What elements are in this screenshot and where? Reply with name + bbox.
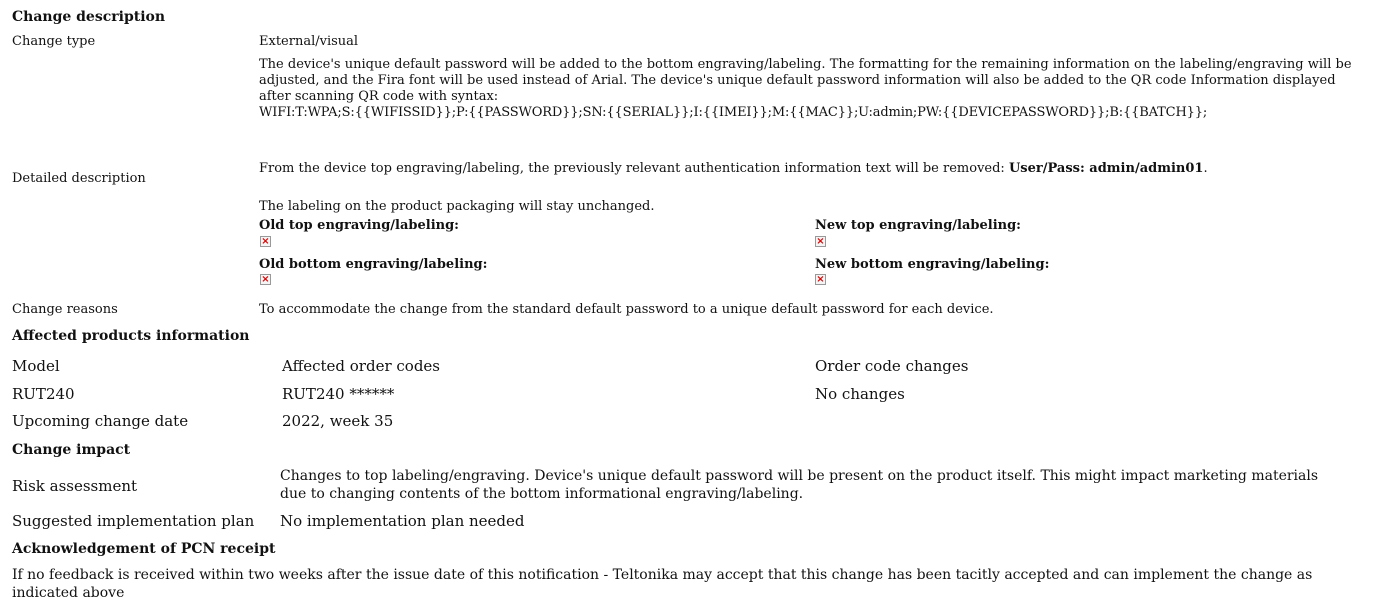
new-top-label: New top engraving/labeling: xyxy=(815,218,1021,233)
new-bottom-image-broken-icon: × xyxy=(815,274,826,285)
old-credentials-text: User/Pass: admin/admin01 xyxy=(1008,161,1204,176)
change-reasons-value: To accommodate the change from the stand… xyxy=(259,302,994,317)
old-bottom-image-broken-icon: × xyxy=(260,274,271,285)
para2-text: From the device top engraving/labeling, … xyxy=(259,161,1009,176)
section-title-affected-products: Affected products information xyxy=(12,328,250,344)
detailed-description-para2: From the device top engraving/labeling, … xyxy=(259,161,1208,177)
new-top-image-broken-icon: × xyxy=(815,236,826,247)
section-title-change-impact: Change impact xyxy=(12,442,131,458)
old-top-label: Old top engraving/labeling: xyxy=(259,218,459,233)
change-type-label: Change type xyxy=(12,34,96,49)
qr-syntax-text: WIFI:T:WPA;S:{{WIFISSID}};P:{{PASSWORD}}… xyxy=(259,105,1208,120)
risk-assessment-label: Risk assessment xyxy=(12,477,138,495)
detailed-description-para1: The device's unique default password wil… xyxy=(259,57,1352,104)
section-title-change-description: Change description xyxy=(12,9,166,25)
upcoming-change-date-label: Upcoming change date xyxy=(12,412,189,430)
upcoming-change-date-value: 2022, week 35 xyxy=(282,412,394,430)
header-affected-order-codes: Affected order codes xyxy=(282,357,441,375)
implementation-plan-value: No implementation plan needed xyxy=(280,512,525,530)
risk-assessment-value: Changes to top labeling/engraving. Devic… xyxy=(280,468,1319,502)
change-reasons-label: Change reasons xyxy=(12,302,118,317)
row-model: RUT240 xyxy=(12,385,75,403)
header-order-code-changes: Order code changes xyxy=(815,357,969,375)
row-order-code-changes: No changes xyxy=(815,385,905,403)
section-title-acknowledgement: Acknowledgement of PCN receipt xyxy=(12,541,276,557)
header-model: Model xyxy=(12,357,60,375)
acknowledgement-text: If no feedback is received within two we… xyxy=(12,567,1313,601)
row-affected-order-codes: RUT240 ****** xyxy=(282,385,395,403)
para2-period: . xyxy=(1203,161,1208,176)
change-type-value: External/visual xyxy=(259,34,359,49)
detailed-description-label: Detailed description xyxy=(12,171,146,186)
implementation-plan-label: Suggested implementation plan xyxy=(12,512,255,530)
old-bottom-label: Old bottom engraving/labeling: xyxy=(259,257,488,272)
detailed-description-para3: The labeling on the product packaging wi… xyxy=(259,199,655,214)
old-top-image-broken-icon: × xyxy=(260,236,271,247)
new-bottom-label: New bottom engraving/labeling: xyxy=(815,257,1050,272)
